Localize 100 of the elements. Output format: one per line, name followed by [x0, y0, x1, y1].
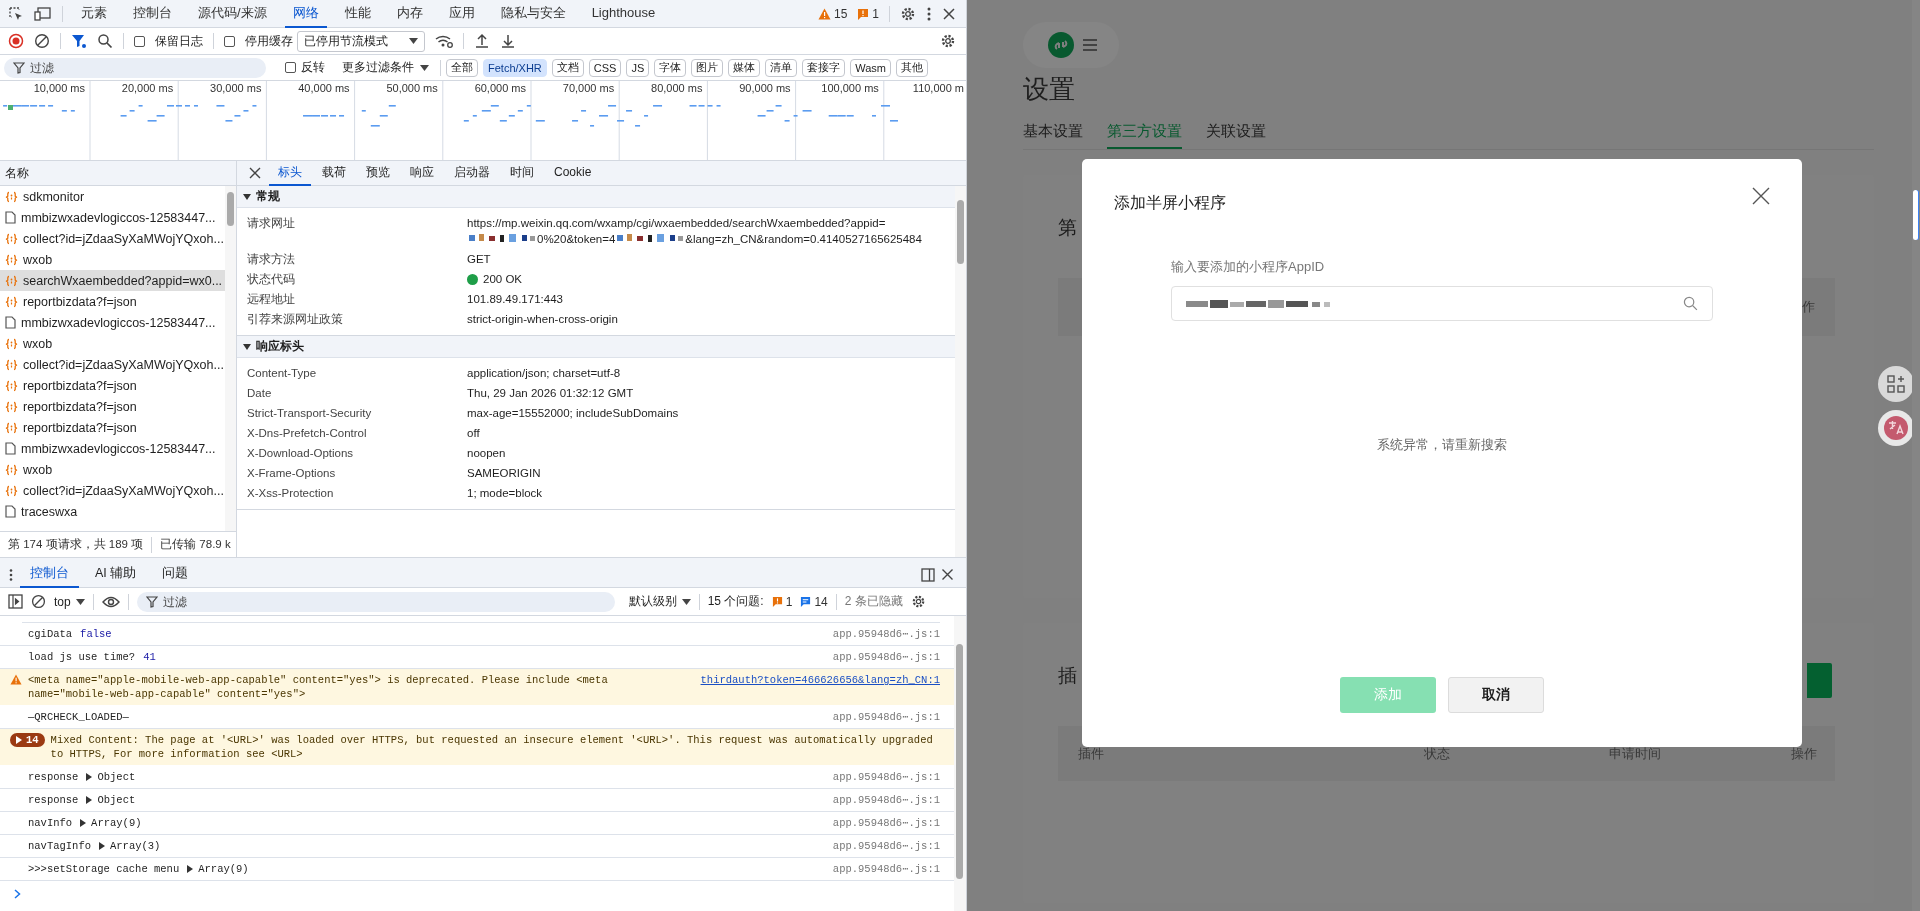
- close-icon[interactable]: [941, 568, 954, 581]
- apps-button[interactable]: [1878, 366, 1914, 402]
- clear-icon[interactable]: [31, 594, 46, 609]
- eye-icon[interactable]: [101, 595, 120, 608]
- panel-tab[interactable]: 元素: [73, 0, 115, 28]
- more-icon[interactable]: [8, 567, 14, 582]
- type-filter-chip[interactable]: Fetch/XHR: [483, 58, 547, 77]
- section-header[interactable]: 常规: [237, 186, 955, 208]
- context-dropdown[interactable]: top: [54, 594, 85, 609]
- type-filter-chip[interactable]: 全部: [446, 58, 478, 77]
- settings-icon[interactable]: [900, 5, 916, 22]
- details-tab[interactable]: 载荷: [313, 160, 355, 186]
- sidebar-icon[interactable]: [8, 594, 23, 609]
- settings-icon[interactable]: [910, 594, 926, 609]
- panel-tab[interactable]: 性能: [336, 0, 379, 28]
- request-row[interactable]: reportbizdata?f=json: [0, 417, 225, 438]
- issue-errors-button[interactable]: 1: [771, 594, 793, 609]
- settings-icon[interactable]: [940, 33, 956, 49]
- request-row[interactable]: reportbizdata?f=json: [0, 375, 225, 396]
- type-filter-chip[interactable]: 其他: [896, 58, 929, 77]
- more-filters-dropdown[interactable]: 更多过滤条件: [342, 59, 429, 76]
- object-preview[interactable]: Array(9): [80, 816, 142, 830]
- details-tab[interactable]: 启动器: [445, 160, 499, 186]
- request-row[interactable]: collect?id=jZdaaSyXaMWojYQxoh...: [0, 228, 225, 249]
- request-row[interactable]: reportbizdata?f=json: [0, 396, 225, 417]
- type-filter-chip[interactable]: 文档: [551, 58, 584, 77]
- settings-tab[interactable]: 基本设置: [1023, 118, 1083, 149]
- more-icon[interactable]: [926, 5, 932, 22]
- scrollbar[interactable]: [954, 616, 966, 911]
- request-row[interactable]: mmbizwxadevlogiccos-12583447...: [0, 312, 225, 333]
- clear-icon[interactable]: [34, 33, 50, 49]
- checkbox[interactable]: [224, 35, 235, 47]
- request-row[interactable]: sdkmonitor: [0, 186, 225, 207]
- close-icon[interactable]: [249, 167, 261, 179]
- close-icon[interactable]: [942, 6, 956, 21]
- upload-icon[interactable]: [474, 33, 490, 49]
- source-location[interactable]: app.95948d6⋯.js:1: [832, 862, 940, 876]
- type-filter-chip[interactable]: 清单: [765, 58, 798, 77]
- type-filter-chip[interactable]: 图片: [691, 58, 724, 77]
- appid-search-field[interactable]: [1171, 286, 1713, 321]
- type-filter-chip[interactable]: 媒体: [728, 58, 761, 77]
- inspect-icon[interactable]: [8, 5, 24, 22]
- source-link[interactable]: thirdauth?token=466626656&lang=zh_CN:1: [700, 673, 940, 687]
- request-row[interactable]: traceswxa: [0, 501, 225, 522]
- warnings-button[interactable]: 15: [817, 6, 848, 21]
- type-filter-chip[interactable]: 字体: [654, 58, 687, 77]
- column-header[interactable]: 名称: [0, 161, 236, 186]
- filter-icon[interactable]: [71, 33, 87, 49]
- request-row[interactable]: collect?id=jZdaaSyXaMWojYQxoh...: [0, 480, 225, 501]
- filter-field[interactable]: 过滤: [4, 57, 266, 78]
- type-filter-chip[interactable]: CSS: [588, 58, 622, 77]
- details-tab[interactable]: Cookie: [545, 160, 601, 186]
- source-location[interactable]: app.95948d6⋯.js:1: [832, 650, 940, 664]
- request-row[interactable]: wxob: [0, 333, 225, 354]
- device-icon[interactable]: [34, 5, 52, 22]
- type-filter-chip[interactable]: Wasm: [850, 58, 892, 77]
- request-row[interactable]: mmbizwxadevlogiccos-12583447...: [0, 207, 225, 228]
- panel-tab[interactable]: 隐私与安全: [492, 0, 574, 28]
- drawer-tab[interactable]: 控制台: [20, 561, 79, 588]
- drawer-tab[interactable]: AI 辅助: [85, 561, 147, 588]
- panel-tab[interactable]: 应用: [440, 0, 483, 28]
- request-row[interactable]: collect?id=jZdaaSyXaMWojYQxoh...: [0, 354, 225, 375]
- scrollbar[interactable]: [225, 186, 236, 531]
- request-row[interactable]: wxob: [0, 459, 225, 480]
- panel-tab[interactable]: 控制台: [125, 0, 180, 28]
- settings-tab[interactable]: 关联设置: [1206, 118, 1266, 149]
- object-preview[interactable]: Object: [86, 770, 136, 784]
- checkbox[interactable]: [285, 62, 296, 73]
- scrollbar[interactable]: [955, 186, 966, 557]
- drawer-tab[interactable]: 问题: [152, 561, 199, 588]
- record-icon[interactable]: [8, 33, 24, 49]
- dock-icon[interactable]: [921, 567, 935, 582]
- wifi-settings-icon[interactable]: [435, 33, 453, 49]
- type-filter-chip[interactable]: 套接字: [802, 58, 846, 77]
- translate-button[interactable]: [1878, 410, 1914, 446]
- source-location[interactable]: app.95948d6⋯.js:1: [832, 710, 940, 724]
- details-tab[interactable]: 预览: [357, 160, 399, 186]
- type-filter-chip[interactable]: JS: [626, 58, 650, 77]
- search-icon[interactable]: [97, 33, 113, 49]
- panel-tab[interactable]: Lighthouse: [583, 0, 664, 28]
- source-location[interactable]: app.95948d6⋯.js:1: [832, 816, 940, 830]
- throttling-select[interactable]: 已停用节流模式: [297, 30, 425, 52]
- request-row[interactable]: mmbizwxadevlogiccos-12583447...: [0, 438, 225, 459]
- source-location[interactable]: app.95948d6⋯.js:1: [832, 627, 940, 641]
- object-preview[interactable]: Object: [86, 793, 136, 807]
- repeat-count-badge[interactable]: 14: [10, 733, 45, 747]
- errors-button[interactable]: 1: [857, 6, 879, 21]
- source-location[interactable]: app.95948d6⋯.js:1: [832, 793, 940, 807]
- download-icon[interactable]: [500, 33, 516, 49]
- scrollbar[interactable]: [1912, 0, 1920, 911]
- panel-tab[interactable]: 源代码/来源: [190, 0, 275, 28]
- checkbox[interactable]: [134, 35, 145, 47]
- issue-info-button[interactable]: 14: [800, 594, 828, 609]
- object-preview[interactable]: Array(3): [99, 839, 161, 853]
- cancel-button[interactable]: 取消: [1448, 677, 1544, 713]
- section-header[interactable]: 响应标头: [237, 336, 955, 358]
- source-location[interactable]: app.95948d6⋯.js:1: [832, 770, 940, 784]
- request-row[interactable]: wxob: [0, 249, 225, 270]
- object-preview[interactable]: Array(9): [187, 862, 249, 876]
- details-tab[interactable]: 时间: [501, 160, 543, 186]
